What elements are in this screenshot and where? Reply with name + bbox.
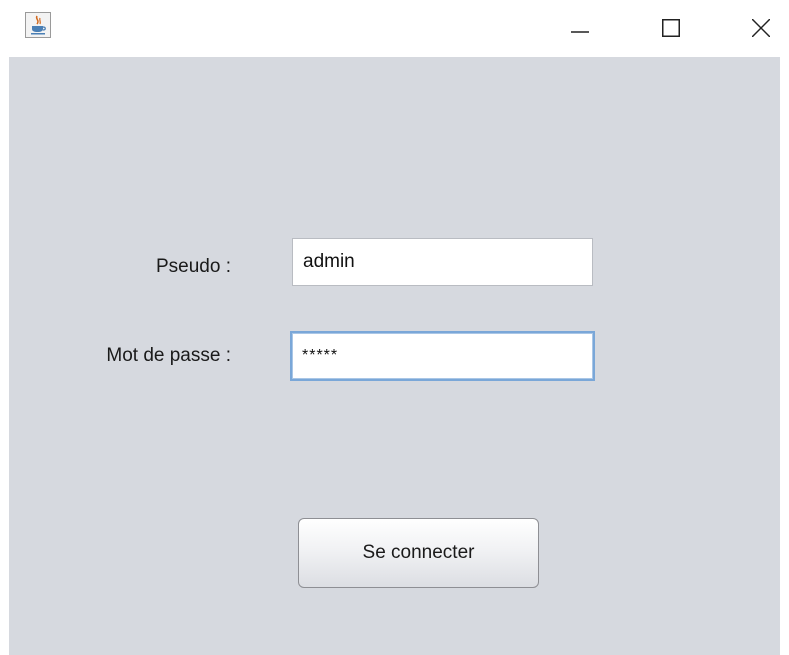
close-button[interactable] <box>733 0 789 57</box>
pseudo-input[interactable] <box>292 238 593 286</box>
minimize-icon <box>571 31 589 33</box>
pseudo-label: Pseudo : <box>156 256 231 277</box>
password-input[interactable] <box>290 331 595 381</box>
connect-button[interactable]: Se connecter <box>298 518 539 588</box>
maximize-icon <box>662 19 680 37</box>
password-label: Mot de passe : <box>106 345 231 366</box>
java-coffee-icon[interactable] <box>25 12 51 38</box>
close-icon <box>752 19 770 37</box>
login-panel: Pseudo : Mot de passe : Se connecter <box>9 57 780 655</box>
maximize-button[interactable] <box>643 0 699 57</box>
title-bar[interactable] <box>0 0 789 57</box>
minimize-button[interactable] <box>552 0 608 57</box>
